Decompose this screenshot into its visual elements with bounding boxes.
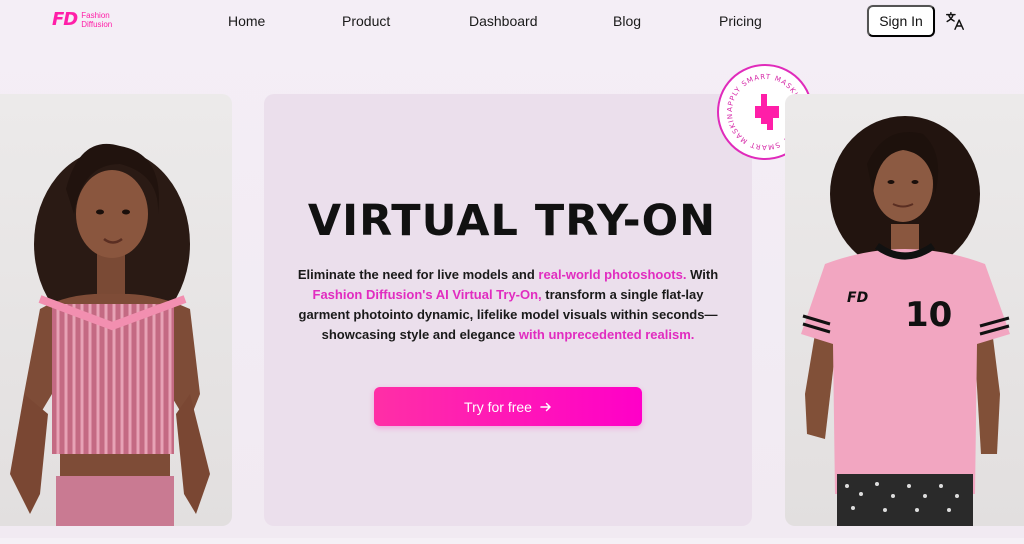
top-nav: FD Fashion Diffusion Home Product Dashbo… — [0, 0, 1024, 44]
desc-highlight-3: with unprecedented realism. — [518, 327, 695, 342]
cta-label: Try for free — [464, 398, 532, 415]
desc-highlight-2: Fashion Diffusion's AI Virtual Try-On, — [312, 287, 542, 302]
pixel-hand-icon — [755, 94, 779, 130]
arrow-right-icon — [540, 402, 551, 411]
shirt-logo-text: FD — [847, 290, 868, 306]
sign-in-button[interactable]: Sign In — [867, 5, 935, 37]
nav-link-pricing[interactable]: Pricing — [719, 13, 762, 29]
brand-logo[interactable]: FD Fashion Diffusion — [52, 9, 112, 30]
logo-text: Fashion Diffusion — [81, 11, 112, 29]
translate-icon[interactable] — [944, 10, 966, 32]
model-pink-top-illustration — [10, 143, 210, 526]
nav-link-home[interactable]: Home — [228, 13, 265, 29]
model-jersey-illustration: FD 10 — [801, 116, 1010, 526]
logo-mark: FD — [52, 9, 78, 30]
hero-description: Eliminate the need for live models and r… — [296, 265, 720, 345]
left-model-image — [0, 94, 232, 526]
bottom-strip — [0, 538, 1024, 544]
nav-link-dashboard[interactable]: Dashboard — [469, 13, 538, 29]
right-model-image: FD 10 — [785, 94, 1024, 526]
try-for-free-button[interactable]: Try for free — [374, 387, 642, 426]
nav-link-product[interactable]: Product — [342, 13, 390, 29]
logo-line-1: Fashion — [81, 11, 110, 20]
shirt-number-text: 10 — [905, 295, 952, 335]
desc-highlight-1: real-world photoshoots. — [538, 267, 687, 282]
desc-part-2: With — [686, 267, 719, 282]
logo-line-2: Diffusion — [81, 20, 113, 29]
desc-part-1: Eliminate the need for live models and — [297, 267, 539, 282]
nav-link-blog[interactable]: Blog — [613, 13, 641, 29]
